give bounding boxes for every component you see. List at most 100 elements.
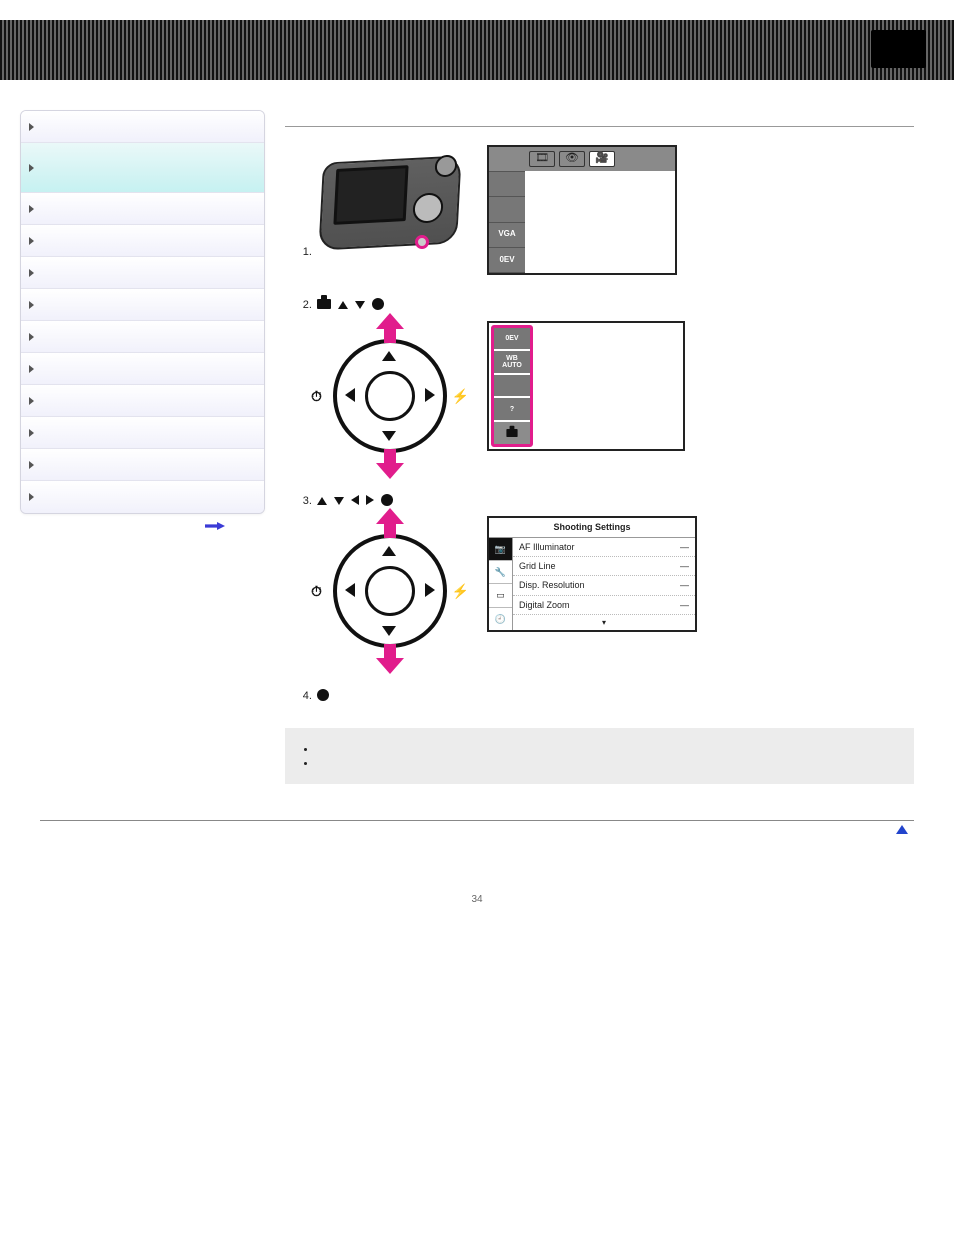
settings-row: Disp. Resolution — <box>513 576 695 595</box>
toolbox-icon <box>317 299 331 309</box>
header-hatch-bar <box>0 20 954 80</box>
chevron-right-icon <box>29 205 34 213</box>
triangle-down-icon <box>334 497 344 505</box>
menu-cell-ev: 0EV <box>494 328 530 352</box>
lcd-left-icon <box>489 197 525 222</box>
lcd-left-icon: 0EV <box>489 248 525 273</box>
settings-box: Shooting Settings 📷 🔧 ▭ 🕘 <box>487 516 697 632</box>
tab-chip-movie: 🎥 <box>589 151 615 167</box>
menu-cell-toolbox <box>494 422 530 444</box>
flash-icon: ⚡ <box>452 580 469 602</box>
triangle-right-icon <box>366 495 374 505</box>
lcd-left-icon <box>489 172 525 197</box>
chevron-right-icon <box>29 269 34 277</box>
settings-row-value: — <box>680 598 689 612</box>
chevron-right-icon <box>29 397 34 405</box>
triangle-left-icon <box>351 495 359 505</box>
sidebar-item-4[interactable] <box>21 225 264 257</box>
menu-cell-3 <box>494 375 530 399</box>
pink-arrow-up-icon <box>370 508 410 538</box>
menu-button-highlight <box>415 235 429 249</box>
chevron-right-icon <box>29 365 34 373</box>
step-2: ⏱ ⚡ 0EV WB AUTO <box>315 297 914 471</box>
settings-row-value: — <box>680 559 689 573</box>
note-item <box>317 744 900 756</box>
sidebar-item-8[interactable] <box>21 353 264 385</box>
settings-row-name: Grid Line <box>519 559 556 573</box>
triangle-up-icon <box>317 497 327 505</box>
flash-icon: ⚡ <box>452 385 469 407</box>
settings-more-indicator: ▾ <box>513 615 695 630</box>
sidebar-item-6[interactable] <box>21 289 264 321</box>
settings-tab-camera-icon: 📷 <box>489 538 512 561</box>
lcd-left-icon: VGA <box>489 223 525 248</box>
sidebar-item-9[interactable] <box>21 385 264 417</box>
pink-arrow-down-icon <box>370 644 410 674</box>
chevron-right-icon <box>29 164 34 172</box>
settings-tab-tools-icon: 🔧 <box>489 561 512 584</box>
footer <box>40 820 914 834</box>
chevron-right-icon <box>29 301 34 309</box>
chevron-right-icon <box>29 237 34 245</box>
sidebar-item-7[interactable] <box>21 321 264 353</box>
self-timer-icon: ⏱ <box>311 385 322 407</box>
lcd-top-tabs: 🎞 👁 🎥 <box>525 147 675 171</box>
center-dot-icon <box>372 298 384 310</box>
arrow-right-icon <box>205 522 225 530</box>
step-4 <box>315 688 914 706</box>
highlighted-menu-column: 0EV WB AUTO ? <box>491 325 533 447</box>
step-1: VGA 0EV 🎞 👁 🎥 <box>315 145 914 275</box>
notes-box <box>285 728 914 784</box>
sidebar-item-5[interactable] <box>21 257 264 289</box>
settings-row: Digital Zoom — <box>513 596 695 615</box>
camera-illustration <box>315 145 465 255</box>
sidebar <box>20 110 265 784</box>
settings-row-name: AF Illuminator <box>519 540 575 554</box>
header-tab <box>871 30 926 68</box>
sidebar-item-2-active[interactable] <box>21 143 264 193</box>
sidebar-next-link[interactable] <box>20 514 265 530</box>
control-button-illustration-1: ⏱ ⚡ <box>315 321 465 471</box>
tab-chip: 👁 <box>559 151 585 167</box>
sidebar-item-1[interactable] <box>21 111 264 143</box>
self-timer-icon: ⏱ <box>311 580 322 602</box>
settings-tab-display-icon: ▭ <box>489 584 512 607</box>
settings-row-value: — <box>680 578 689 592</box>
sidebar-item-12[interactable] <box>21 481 264 513</box>
menu-cell-help: ? <box>494 398 530 422</box>
chevron-right-icon <box>29 493 34 501</box>
steps-list: VGA 0EV 🎞 👁 🎥 <box>285 145 914 706</box>
step-3: ⏱ ⚡ Shooting Settings <box>315 493 914 667</box>
sidebar-item-3[interactable] <box>21 193 264 225</box>
center-dot-icon <box>317 689 329 701</box>
settings-box-title: Shooting Settings <box>489 518 695 537</box>
center-dot-icon <box>381 494 393 506</box>
triangle-down-icon <box>355 301 365 309</box>
settings-row-name: Disp. Resolution <box>519 578 585 592</box>
horizontal-rule <box>285 126 914 127</box>
lcd-screen-2: 0EV WB AUTO ? <box>487 321 685 451</box>
triangle-up-icon <box>338 301 348 309</box>
settings-row-name: Digital Zoom <box>519 598 570 612</box>
sidebar-item-11[interactable] <box>21 449 264 481</box>
menu-cell-wb: WB AUTO <box>494 351 530 375</box>
settings-row: Grid Line — <box>513 557 695 576</box>
main-content: VGA 0EV 🎞 👁 🎥 <box>285 110 914 784</box>
lcd-screen-1: VGA 0EV 🎞 👁 🎥 <box>487 145 677 275</box>
settings-row-value: — <box>680 540 689 554</box>
pink-arrow-up-icon <box>370 313 410 343</box>
tab-chip: 🎞 <box>529 151 555 167</box>
note-item <box>317 758 900 770</box>
control-button-illustration-2: ⏱ ⚡ <box>315 516 465 666</box>
chevron-right-icon <box>29 429 34 437</box>
sidebar-menu <box>20 110 265 514</box>
sidebar-item-10[interactable] <box>21 417 264 449</box>
chevron-right-icon <box>29 461 34 469</box>
page-number: 34 <box>0 894 954 905</box>
settings-row: AF Illuminator — <box>513 538 695 557</box>
lcd-left-icon <box>489 147 525 172</box>
chevron-right-icon <box>29 333 34 341</box>
settings-tab-clock-icon: 🕘 <box>489 608 512 630</box>
pink-arrow-down-icon <box>370 449 410 479</box>
triangle-up-icon <box>896 825 908 834</box>
